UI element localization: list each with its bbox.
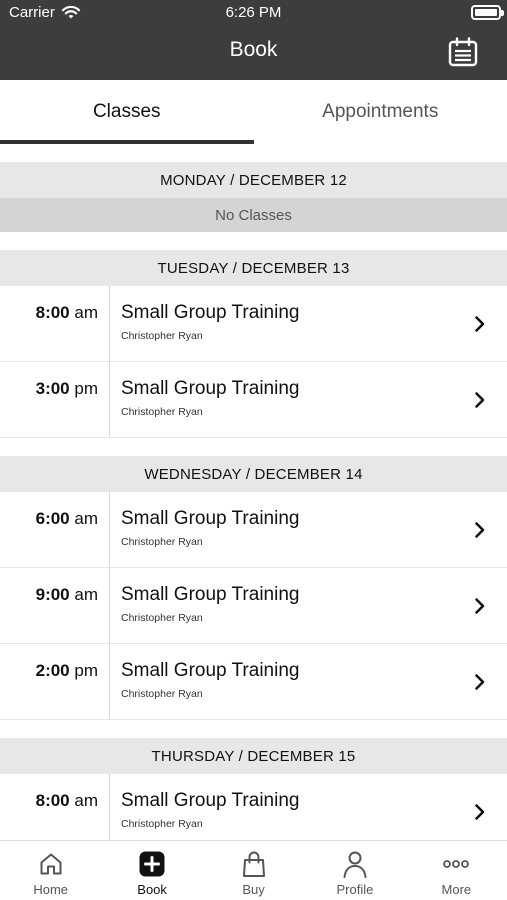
chevron-right-icon [453, 568, 507, 643]
class-time: 8:00 am [0, 286, 110, 361]
class-info: Small Group Training Christopher Ryan [110, 568, 453, 643]
class-name: Small Group Training [121, 508, 300, 529]
tab-book-label: Book [137, 882, 167, 897]
class-info: Small Group Training Christopher Ryan [110, 644, 453, 719]
tab-buy-label: Buy [242, 882, 265, 897]
status-bar: Carrier 6:26 PM [0, 0, 507, 24]
class-name: Small Group Training [121, 660, 300, 681]
class-info: Small Group Training Christopher Ryan [110, 774, 453, 840]
chevron-right-icon [453, 644, 507, 719]
more-icon [443, 860, 470, 868]
chevron-right-icon [453, 362, 507, 437]
home-icon [40, 853, 62, 875]
class-name: Small Group Training [121, 790, 300, 811]
calendar-icon [448, 37, 478, 67]
day-section: TUESDAY / DECEMBER 13 8:00 am Small Grou… [0, 250, 507, 438]
chevron-right-icon [453, 492, 507, 567]
no-classes-label: No Classes [0, 198, 507, 232]
class-time: 9:00 am [0, 568, 110, 643]
plus-icon [139, 851, 165, 877]
bottom-tab-bar: Home Book Buy Profile More [0, 840, 507, 900]
time-value: 6:00 [35, 509, 70, 528]
status-time: 6:26 PM [225, 4, 282, 21]
tab-more[interactable]: More [406, 841, 507, 900]
tab-appointments[interactable]: Appointments [254, 80, 507, 144]
tab-profile-label: Profile [336, 882, 374, 897]
class-time: 2:00 pm [0, 644, 110, 719]
class-row[interactable]: 8:00 am Small Group Training Christopher… [0, 774, 507, 840]
tab-book[interactable]: Book [101, 841, 202, 900]
instructor-name: Christopher Ryan [121, 612, 203, 624]
class-info: Small Group Training Christopher Ryan [110, 362, 453, 437]
instructor-name: Christopher Ryan [121, 330, 203, 342]
class-name: Small Group Training [121, 378, 300, 399]
class-time: 6:00 am [0, 492, 110, 567]
tab-classes[interactable]: Classes [0, 80, 254, 144]
tab-home-label: Home [33, 882, 69, 897]
class-info: Small Group Training Christopher Ryan [110, 286, 453, 361]
time-value: 8:00 [35, 303, 70, 322]
chevron-right-icon [453, 286, 507, 361]
segment-tabs: Classes Appointments [0, 80, 507, 144]
battery-icon [471, 5, 504, 20]
class-name: Small Group Training [121, 584, 300, 605]
day-header: TUESDAY / DECEMBER 13 [0, 250, 507, 286]
class-row[interactable]: 3:00 pm Small Group Training Christopher… [0, 362, 507, 438]
day-header: THURSDAY / DECEMBER 15 [0, 738, 507, 774]
bag-icon [242, 851, 265, 877]
instructor-name: Christopher Ryan [121, 688, 203, 700]
time-ampm: pm [74, 661, 98, 680]
instructor-name: Christopher Ryan [121, 818, 203, 830]
class-row[interactable]: 2:00 pm Small Group Training Christopher… [0, 644, 507, 720]
tab-buy[interactable]: Buy [203, 841, 304, 900]
class-name: Small Group Training [121, 302, 300, 323]
day-header: MONDAY / DECEMBER 12 [0, 162, 507, 198]
tab-home[interactable]: Home [0, 841, 101, 900]
time-ampm: am [74, 585, 98, 604]
instructor-name: Christopher Ryan [121, 406, 203, 418]
calendar-button[interactable] [447, 36, 479, 68]
time-value: 2:00 [35, 661, 70, 680]
instructor-name: Christopher Ryan [121, 536, 203, 548]
day-section: WEDNESDAY / DECEMBER 14 6:00 am Small Gr… [0, 456, 507, 720]
time-ampm: am [74, 791, 98, 810]
time-ampm: am [74, 509, 98, 528]
class-row[interactable]: 8:00 am Small Group Training Christopher… [0, 286, 507, 362]
person-icon [343, 851, 367, 878]
time-ampm: pm [74, 379, 98, 398]
time-value: 9:00 [35, 585, 70, 604]
chevron-right-icon [453, 774, 507, 840]
time-value: 8:00 [35, 791, 70, 810]
day-section: THURSDAY / DECEMBER 15 8:00 am Small Gro… [0, 738, 507, 840]
class-info: Small Group Training Christopher Ryan [110, 492, 453, 567]
tab-profile[interactable]: Profile [304, 841, 405, 900]
page-title: Book [229, 38, 278, 61]
class-row[interactable]: 6:00 am Small Group Training Christopher… [0, 492, 507, 568]
top-bar: Carrier 6:26 PM Book [0, 0, 507, 80]
class-time: 3:00 pm [0, 362, 110, 437]
schedule-list[interactable]: MONDAY / DECEMBER 12 No Classes TUESDAY … [0, 144, 507, 840]
day-section: MONDAY / DECEMBER 12 No Classes [0, 162, 507, 232]
tab-more-label: More [441, 882, 472, 897]
day-header: WEDNESDAY / DECEMBER 14 [0, 456, 507, 492]
time-ampm: am [74, 303, 98, 322]
class-row[interactable]: 9:00 am Small Group Training Christopher… [0, 568, 507, 644]
time-value: 3:00 [35, 379, 70, 398]
class-time: 8:00 am [0, 774, 110, 840]
